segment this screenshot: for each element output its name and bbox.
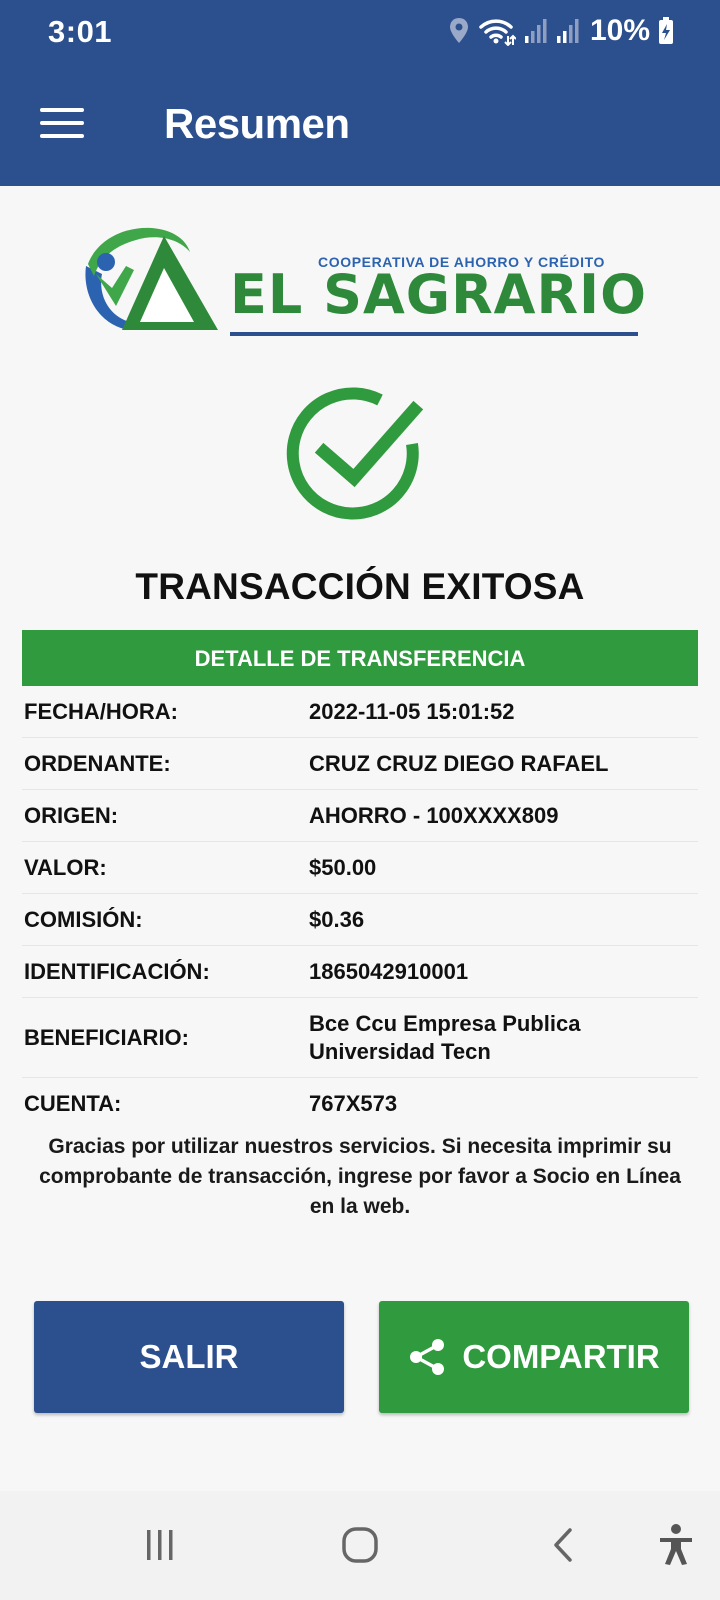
home-icon[interactable] (330, 1519, 390, 1571)
signal-icon (524, 19, 547, 43)
thank-you-message: Gracias por utilizar nuestros servicios.… (39, 1135, 681, 1218)
detail-value: CRUZ CRUZ DIEGO RAFAEL (309, 750, 609, 776)
page-title: Resumen (164, 100, 350, 147)
detail-label: VALOR: (24, 854, 107, 880)
hamburger-menu-icon[interactable] (40, 108, 84, 138)
detail-row-origin: ORIGEN: AHORRO - 100XXXX809 (22, 790, 698, 842)
transfer-detail-table: FECHA/HORA: 2022-11-05 15:01:52 ORDENANT… (22, 686, 698, 1130)
system-nav-bar (0, 1491, 720, 1600)
detail-value: 767X573 (309, 1091, 398, 1116)
logo-underline (230, 332, 638, 336)
location-icon (449, 18, 468, 43)
detail-label: IDENTIFICACIÓN: (24, 958, 210, 984)
share-button[interactable]: COMPARTIR (379, 1301, 689, 1413)
detail-row-amount: VALOR: $50.00 (22, 842, 698, 894)
detail-header: DETALLE DE TRANSFERENCIA (22, 630, 698, 686)
detail-value: Bce Ccu Empresa Publica Universidad Tecn (309, 1010, 581, 1064)
detail-label: COMISIÓN: (24, 906, 143, 932)
status-bar: 3:01 10% (0, 0, 720, 60)
back-icon[interactable] (536, 1519, 592, 1571)
wifi-icon (479, 19, 516, 46)
accessibility-icon[interactable] (646, 1519, 706, 1571)
detail-label: ORIGEN: (24, 802, 119, 828)
signal-icon (556, 19, 579, 43)
detail-label: ORDENANTE: (24, 750, 171, 776)
detail-value: $0.36 (309, 906, 365, 932)
detail-value: AHORRO - 100XXXX809 (309, 802, 559, 828)
detail-row-identification: IDENTIFICACIÓN: 1865042910001 (22, 946, 698, 998)
status-time: 3:01 (48, 14, 113, 49)
detail-label: CUENTA: (24, 1091, 122, 1116)
app-bar: Resumen (0, 60, 720, 186)
detail-row-beneficiary: BENEFICIARIO: Bce Ccu Empresa Publica Un… (22, 998, 698, 1078)
detail-value: 1865042910001 (309, 958, 469, 984)
battery-percentage: 10% (589, 14, 650, 47)
battery-charging-icon (659, 17, 673, 44)
recent-apps-icon[interactable] (132, 1519, 188, 1571)
detail-value: 2022-11-05 15:01:52 (309, 698, 515, 724)
logo-name: EL SAGRARIO (230, 263, 648, 326)
exit-button-label: SALIR (139, 1338, 239, 1375)
detail-row-commission: COMISIÓN: $0.36 (22, 894, 698, 946)
detail-label: BENEFICIARIO: (24, 1024, 189, 1050)
summary-content: COOPERATIVA DE AHORRO Y CRÉDITO EL SAGRA… (0, 186, 720, 1491)
status-icons: 10% (448, 14, 674, 48)
detail-value: $50.00 (309, 854, 377, 880)
detail-row-account: CUENTA: 767X573 (22, 1078, 698, 1130)
cooperative-logo: COOPERATIVA DE AHORRO Y CRÉDITO EL SAGRA… (82, 226, 646, 338)
success-title: TRANSACCIÓN EXITOSA (135, 566, 585, 607)
detail-row-datetime: FECHA/HORA: 2022-11-05 15:01:52 (22, 686, 698, 738)
share-button-label: COMPARTIR (462, 1338, 660, 1375)
check-circle-icon (286, 387, 424, 520)
share-icon (410, 1339, 445, 1375)
exit-button[interactable]: SALIR (34, 1301, 344, 1413)
logo-emblem (85, 227, 218, 330)
detail-row-ordering-party: ORDENANTE: CRUZ CRUZ DIEGO RAFAEL (22, 738, 698, 790)
detail-label: FECHA/HORA: (24, 698, 178, 724)
